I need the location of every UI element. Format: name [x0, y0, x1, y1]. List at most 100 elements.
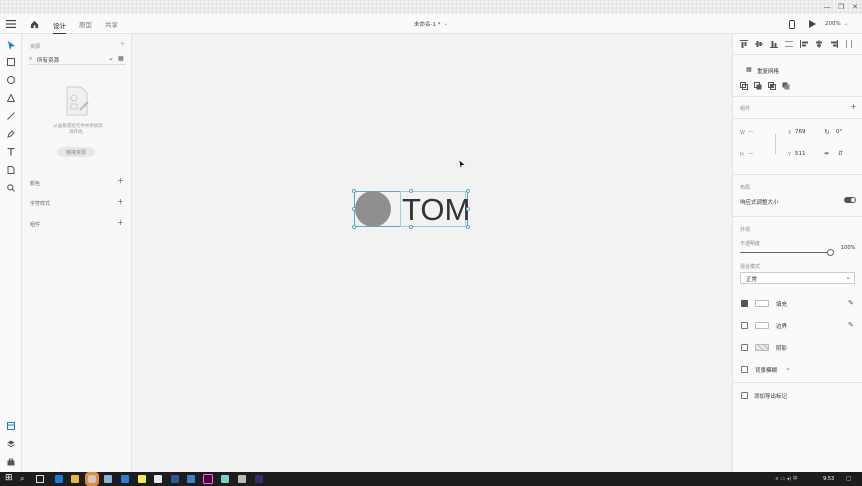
- opacity-slider-track[interactable]: [740, 252, 830, 253]
- x-field[interactable]: 769: [795, 129, 806, 135]
- file-explorer-icon[interactable]: [71, 475, 79, 483]
- align-top-icon[interactable]: [740, 40, 748, 50]
- search-icon[interactable]: ⌕: [20, 474, 24, 483]
- shadow-checkbox[interactable]: [741, 344, 748, 351]
- resize-handle[interactable]: [352, 189, 356, 193]
- tray-icons[interactable]: ∧ ▭ ◂) 中: [775, 475, 798, 482]
- fill-color-swatch[interactable]: [755, 300, 769, 307]
- mobile-preview-icon[interactable]: [789, 14, 795, 34]
- tab-prototype[interactable]: 原型: [79, 19, 92, 29]
- align-right-icon[interactable]: [830, 40, 838, 50]
- blend-mode-select[interactable]: 正常 ⌄: [740, 272, 855, 284]
- align-bottom-icon[interactable]: [770, 40, 778, 50]
- resize-handle[interactable]: [352, 207, 356, 211]
- add-component-state-icon[interactable]: +: [850, 103, 857, 111]
- tab-design[interactable]: 设计: [53, 20, 66, 34]
- eyedropper-icon[interactable]: ✎: [848, 299, 854, 307]
- chevron-down-icon[interactable]: ⌄: [785, 364, 791, 372]
- search-input[interactable]: 所有资源: [37, 56, 59, 64]
- opacity-value[interactable]: 100%: [841, 245, 855, 251]
- assets-add-icon[interactable]: +: [119, 40, 126, 48]
- pen-tool-icon[interactable]: [5, 128, 17, 140]
- rectangle-tool-icon[interactable]: [5, 56, 17, 68]
- resize-handle[interactable]: [409, 225, 413, 229]
- resize-handle[interactable]: [409, 189, 413, 193]
- rotation-field[interactable]: 0°: [836, 129, 842, 135]
- height-field[interactable]: —: [748, 151, 754, 157]
- plugins-icon[interactable]: [5, 456, 17, 468]
- add-color-icon[interactable]: +: [117, 177, 124, 185]
- assets-search[interactable]: ⌕ 所有资源 ⌄ ▦: [28, 54, 126, 65]
- resize-handle[interactable]: [466, 225, 470, 229]
- flip-vertical-icon[interactable]: ⇵: [838, 150, 843, 157]
- text-frame[interactable]: TOM: [400, 191, 470, 227]
- line-tool-icon[interactable]: [5, 110, 17, 122]
- flip-horizontal-icon[interactable]: ⇹: [824, 150, 829, 157]
- align-center-icon[interactable]: [815, 40, 823, 50]
- edge-browser-icon[interactable]: [55, 475, 63, 483]
- adobe-xd-icon[interactable]: [203, 474, 213, 484]
- artboard-tool-icon[interactable]: [5, 164, 17, 176]
- circle-shape[interactable]: [355, 191, 391, 227]
- app-icon[interactable]: [104, 475, 112, 483]
- select-tool-icon[interactable]: [5, 39, 17, 51]
- canvas-text[interactable]: TOM: [402, 192, 470, 228]
- border-checkbox[interactable]: [741, 322, 748, 329]
- grid-view-icon[interactable]: ▦: [118, 55, 124, 62]
- exclude-icon[interactable]: [782, 82, 790, 92]
- zoom-tool-icon[interactable]: [5, 182, 17, 194]
- layers-icon[interactable]: [5, 438, 17, 450]
- width-field[interactable]: —: [748, 129, 754, 135]
- zoom-level[interactable]: 200%: [825, 21, 841, 27]
- ellipse-tool-icon[interactable]: [5, 74, 17, 86]
- align-middle-icon[interactable]: [755, 40, 763, 50]
- assets-panel-icon[interactable]: [5, 420, 17, 432]
- app-icon[interactable]: [238, 475, 246, 483]
- hamburger-menu-icon[interactable]: [6, 14, 16, 34]
- close-icon[interactable]: ✕: [848, 0, 862, 14]
- responsive-resize-toggle[interactable]: [844, 197, 856, 203]
- opacity-slider-thumb[interactable]: [827, 249, 834, 256]
- repeat-grid-icon[interactable]: ▦: [746, 66, 752, 73]
- app-icon[interactable]: [121, 475, 129, 483]
- y-field[interactable]: 511: [795, 151, 806, 157]
- app-icon[interactable]: [187, 475, 195, 483]
- export-checkbox[interactable]: [741, 392, 748, 399]
- eyedropper-icon[interactable]: ✎: [848, 321, 854, 329]
- resize-handle[interactable]: [352, 225, 356, 229]
- app-icon[interactable]: [154, 475, 162, 483]
- distribute-horizontal-icon[interactable]: [845, 40, 853, 50]
- align-left-icon[interactable]: [800, 40, 808, 50]
- app-icon[interactable]: [255, 475, 263, 483]
- filter-chevron-icon[interactable]: ⌄: [108, 54, 114, 62]
- app-icon[interactable]: [85, 472, 99, 486]
- resize-handle[interactable]: [466, 189, 470, 193]
- distribute-vertical-icon[interactable]: [785, 40, 793, 50]
- resize-handle[interactable]: [466, 207, 470, 211]
- windows-start-icon[interactable]: ⊞: [5, 474, 13, 483]
- shadow-swatch[interactable]: [755, 344, 769, 351]
- subtract-icon[interactable]: [754, 82, 762, 92]
- zoom-chevron-icon[interactable]: ⌄: [844, 21, 849, 27]
- app-icon[interactable]: [138, 475, 146, 483]
- app-icon[interactable]: [221, 475, 229, 483]
- notification-icon[interactable]: ▢: [846, 475, 852, 482]
- add-component-icon[interactable]: +: [117, 219, 124, 227]
- canvas[interactable]: TOM: [132, 34, 732, 472]
- chevron-down-icon[interactable]: ⌄: [443, 21, 448, 27]
- border-color-swatch[interactable]: [755, 322, 769, 329]
- restore-icon[interactable]: ❐: [834, 0, 848, 14]
- link-assets-button[interactable]: 链接资源: [57, 147, 95, 157]
- add-char-style-icon[interactable]: +: [117, 198, 124, 206]
- polygon-tool-icon[interactable]: [5, 92, 17, 104]
- intersect-icon[interactable]: [768, 82, 776, 92]
- tab-share[interactable]: 共享: [105, 19, 118, 29]
- union-icon[interactable]: [740, 82, 748, 92]
- minimize-icon[interactable]: —: [820, 0, 834, 14]
- fill-checkbox[interactable]: [741, 300, 748, 307]
- repeat-grid-button[interactable]: 重复网格: [757, 67, 779, 75]
- text-tool-icon[interactable]: [5, 146, 17, 158]
- lock-aspect-link[interactable]: [775, 134, 776, 154]
- play-icon[interactable]: [809, 14, 816, 34]
- document-title[interactable]: 未命名-1 *: [414, 20, 440, 28]
